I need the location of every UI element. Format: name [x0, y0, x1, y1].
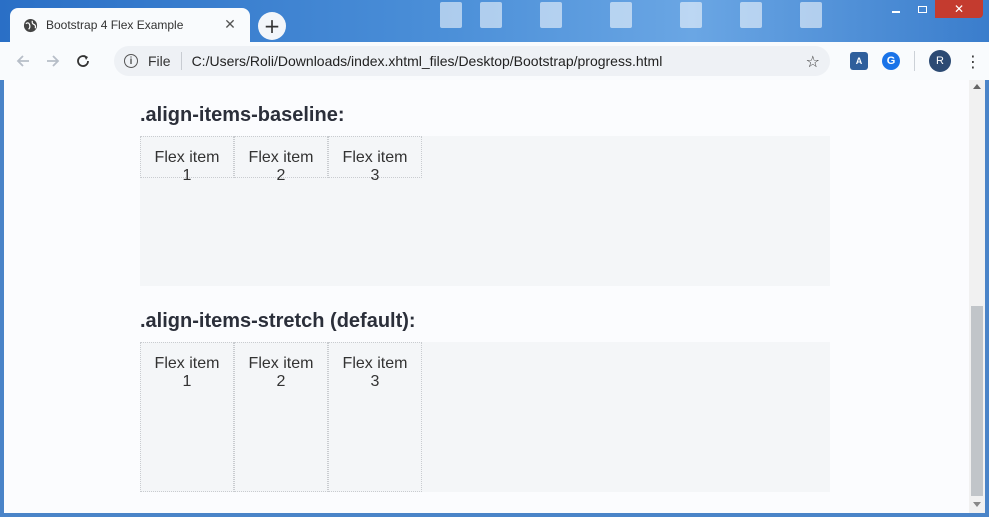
scroll-down-arrow-icon[interactable] — [973, 502, 981, 507]
tab-title: Bootstrap 4 Flex Example — [46, 18, 184, 32]
maximize-button[interactable] — [909, 0, 935, 18]
back-button[interactable] — [8, 46, 38, 76]
reload-button[interactable] — [68, 46, 98, 76]
toolbar-divider — [914, 51, 915, 71]
browser-window: Bootstrap 4 Flex Example ✕ + ✕ i File C:… — [0, 0, 989, 517]
flex-item: Flex item 3 — [328, 136, 422, 184]
close-window-button[interactable]: ✕ — [935, 0, 983, 18]
browser-toolbar: i File C:/Users/Roli/Downloads/index.xht… — [0, 42, 989, 80]
info-icon[interactable]: i — [124, 54, 138, 68]
flex-item: Flex item 1 — [140, 342, 234, 492]
extension-a-icon[interactable]: A — [850, 52, 868, 70]
menu-kebab-icon[interactable]: ⋮ — [965, 52, 981, 71]
window-frame-bottom — [0, 513, 989, 517]
section-align-baseline: .align-items-baseline: Flex item 1 Flex … — [140, 102, 830, 286]
close-tab-icon[interactable]: ✕ — [222, 17, 238, 33]
tab-active[interactable]: Bootstrap 4 Flex Example ✕ — [10, 8, 250, 42]
flex-item: Flex item 2 — [234, 136, 328, 184]
section-heading: .align-items-baseline: — [140, 104, 345, 126]
grammarly-icon[interactable]: G — [882, 52, 900, 70]
page-viewport: .align-items-baseline: Flex item 1 Flex … — [4, 80, 969, 513]
scrollbar-thumb[interactable] — [971, 306, 983, 496]
minimize-button[interactable] — [883, 0, 909, 18]
section-heading: .align-items-stretch (default): — [140, 310, 416, 332]
omnibox-divider — [180, 52, 182, 70]
flex-item: Flex item 1 — [140, 136, 234, 184]
flex-container-stretch: Flex item 1 Flex item 2 Flex item 3 — [140, 342, 830, 492]
flex-item: Flex item 2 — [234, 342, 328, 492]
tab-strip: Bootstrap 4 Flex Example ✕ + ✕ — [0, 0, 989, 42]
new-tab-button[interactable]: + — [258, 12, 286, 40]
address-bar[interactable]: i File C:/Users/Roli/Downloads/index.xht… — [114, 46, 830, 76]
url-text[interactable]: C:/Users/Roli/Downloads/index.xhtml_file… — [192, 53, 806, 69]
window-frame-right — [985, 80, 989, 517]
vertical-scrollbar[interactable] — [969, 80, 985, 513]
scheme-label: File — [148, 53, 171, 69]
scroll-up-arrow-icon[interactable] — [973, 84, 981, 89]
extensions-area: A G R ⋮ — [850, 46, 981, 76]
flex-container-baseline: Flex item 1 Flex item 2 Flex item 3 — [140, 136, 830, 286]
window-controls: ✕ — [883, 0, 983, 18]
globe-icon — [22, 17, 38, 33]
bookmark-star-icon[interactable]: ☆ — [806, 52, 820, 71]
section-align-stretch: .align-items-stretch (default): Flex ite… — [140, 308, 830, 492]
forward-button[interactable] — [38, 46, 68, 76]
flex-item: Flex item 3 — [328, 342, 422, 492]
profile-avatar[interactable]: R — [929, 50, 951, 72]
